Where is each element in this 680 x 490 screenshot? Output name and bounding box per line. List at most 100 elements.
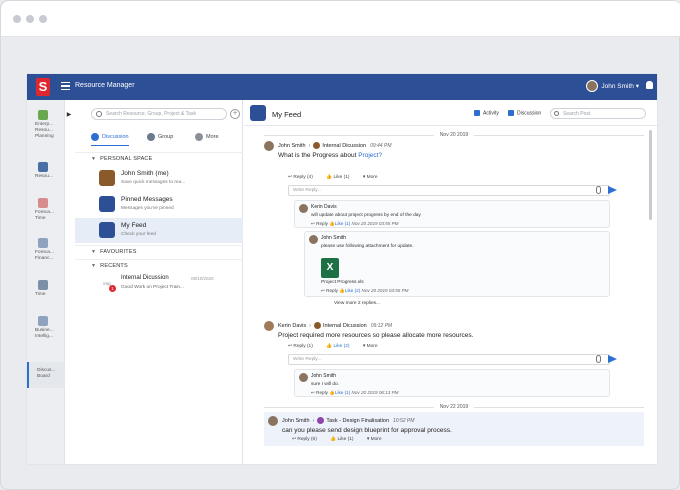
like-button[interactable]: 👍 Like (2)	[326, 344, 355, 349]
post-actions: ↩ Reply (1) 👍 Like (2) ▾ More	[288, 344, 390, 349]
attachment-icon[interactable]	[596, 186, 601, 194]
search-post-input[interactable]: Search Post	[550, 108, 646, 119]
reply-text: please use following attachment for upda…	[321, 244, 414, 249]
module-rail: Enterp... Resou... Planning Resou... For…	[27, 100, 65, 464]
like-button[interactable]: 👍 Like (1)	[326, 175, 355, 180]
reply-button[interactable]: ↩ Reply	[311, 390, 328, 395]
like-button[interactable]: 👍 Like (1)	[330, 437, 359, 442]
rail-item-forecast-time[interactable]: Foreca... Time	[27, 198, 65, 222]
window-titlebar	[1, 1, 680, 37]
reply-author[interactable]: Kerin Davis	[311, 204, 337, 210]
reply-input[interactable]: Write Reply...	[288, 185, 610, 196]
tab-group[interactable]: Group	[147, 130, 173, 146]
activity-checkbox[interactable]: Activity	[474, 110, 499, 117]
avatar[interactable]	[264, 141, 274, 151]
reply-button[interactable]: ↩ Reply (4)	[288, 175, 319, 180]
collapse-panel-icon[interactable]: ▶	[65, 108, 73, 122]
list-item-self[interactable]: John Smith (me) Save quick messages to r…	[75, 166, 243, 191]
reply-button[interactable]: ↩ Reply (1)	[288, 344, 319, 349]
feed-icon	[250, 105, 266, 121]
tab-more[interactable]: More	[195, 130, 219, 146]
reply-author[interactable]: John Smith	[311, 373, 336, 379]
avatar[interactable]	[299, 373, 308, 382]
app-logo[interactable]: S	[36, 78, 50, 96]
post-author[interactable]: John Smith	[282, 418, 310, 424]
more-button[interactable]: ▾ More	[363, 175, 384, 180]
post-time: 09:44 PM	[370, 142, 392, 149]
avatar[interactable]	[268, 416, 278, 426]
list-item-recent[interactable]: img 1 Internal Dicussion 09/10/2020 Good…	[75, 272, 243, 300]
checkbox-label: Discussion	[517, 110, 542, 117]
reply-text: will update about project progress by en…	[311, 213, 421, 218]
hamburger-menu-icon[interactable]	[61, 82, 70, 90]
search-icon	[554, 111, 559, 116]
scrollbar[interactable]	[649, 130, 652, 220]
like-button[interactable]: 👍Like (1)	[329, 221, 350, 226]
rail-item-resource[interactable]: Resou...	[27, 162, 65, 180]
window-dot-icon[interactable]	[13, 15, 21, 23]
project-link[interactable]: Project?	[358, 152, 382, 159]
send-icon[interactable]	[608, 186, 617, 194]
user-menu[interactable]: John Smith ▾	[586, 80, 639, 94]
attachment-name[interactable]: Project Progress.xls	[321, 280, 364, 285]
list-item-pinned[interactable]: Pinned Messages Messages you've pinned	[75, 192, 243, 217]
notification-bell-icon[interactable]	[646, 81, 653, 89]
section-recents[interactable]: ▼ RECENTS	[75, 259, 243, 271]
more-button[interactable]: ▾ More	[367, 437, 388, 442]
feed-icon	[99, 222, 115, 238]
rail-item-forecast-finance[interactable]: Foreca... Financ...	[27, 238, 65, 262]
rail-item-business-intelligence[interactable]: Busine... Intellig...	[27, 316, 65, 340]
rail-item-discussion-board[interactable]: Discus... Board	[27, 362, 65, 388]
task-icon	[317, 417, 325, 424]
notebook-icon	[99, 170, 115, 186]
attachment-icon[interactable]	[596, 355, 601, 363]
post-target[interactable]: Internal Dicussion	[322, 143, 366, 149]
window-dot-icon[interactable]	[39, 15, 47, 23]
tab-label: Group	[158, 134, 174, 140]
more-button[interactable]: ▾ More	[363, 344, 384, 349]
reply-button[interactable]: ↩ Reply	[311, 221, 328, 226]
business-intelligence-icon	[38, 316, 48, 326]
group-icon	[313, 142, 321, 149]
like-label: Like (2)	[344, 288, 361, 293]
post-author[interactable]: John Smith	[278, 143, 306, 149]
like-button[interactable]: 👍Like (1)	[329, 390, 350, 395]
list-item-my-feed[interactable]: My Feed Check your feed	[75, 218, 243, 243]
like-label: Like (1)	[334, 390, 351, 395]
reply-actions: ↩ Reply 👍Like (2) Nov 20 2019 03:55 PM	[321, 288, 409, 294]
window-dot-icon[interactable]	[26, 15, 34, 23]
app-title: Resource Manager	[75, 82, 135, 89]
rail-item-time[interactable]: Time	[27, 280, 65, 298]
reply-input[interactable]: Write Reply...	[288, 354, 610, 365]
chevron-down-icon: ▼	[91, 263, 97, 269]
rail-item-enterprise-planning[interactable]: Enterp... Resou... Planning	[27, 110, 65, 140]
section-favourites[interactable]: ▼ FAVOURITES	[75, 245, 243, 257]
avatar[interactable]	[264, 321, 274, 331]
avatar[interactable]	[309, 235, 318, 244]
section-personal-space[interactable]: ▼ PERSONAL SPACE	[75, 152, 243, 164]
post-time: 09:12 PM	[370, 322, 393, 329]
date-label: Nov 20 2019	[433, 132, 475, 138]
recent-snippet: Good Work on Project Train...	[121, 285, 185, 290]
view-more-replies[interactable]: View more 2 replies...	[334, 301, 380, 306]
reply-button[interactable]: ↩ Reply	[321, 288, 338, 293]
avatar[interactable]	[299, 204, 308, 213]
reply-item: John Smith sure I will do. ↩ Reply 👍Like…	[294, 369, 610, 397]
rail-label: Time	[35, 292, 46, 297]
post-target[interactable]: Internal Dicussion	[323, 323, 367, 329]
reply-button[interactable]: ↩ Reply (6)	[292, 437, 323, 442]
convo-title: My Feed	[121, 222, 147, 229]
search-input[interactable]: Search Resource, Group, Project & Task	[91, 108, 227, 120]
tab-discussion[interactable]: Discussion	[91, 130, 129, 146]
post-target[interactable]: Task - Design Finalisation	[326, 418, 389, 424]
discussion-checkbox[interactable]: Discussion	[508, 110, 541, 117]
add-button[interactable]: +	[230, 109, 240, 119]
rail-label: Foreca... Financ...	[35, 250, 54, 261]
excel-file-icon[interactable]: X	[321, 258, 339, 278]
reply-label: Reply	[316, 390, 328, 395]
search-icon	[96, 111, 102, 117]
reply-author[interactable]: John Smith	[321, 235, 346, 241]
like-button[interactable]: 👍Like (2)	[339, 288, 360, 293]
send-icon[interactable]	[608, 355, 617, 363]
post-author[interactable]: Kerin Davis	[278, 323, 306, 329]
